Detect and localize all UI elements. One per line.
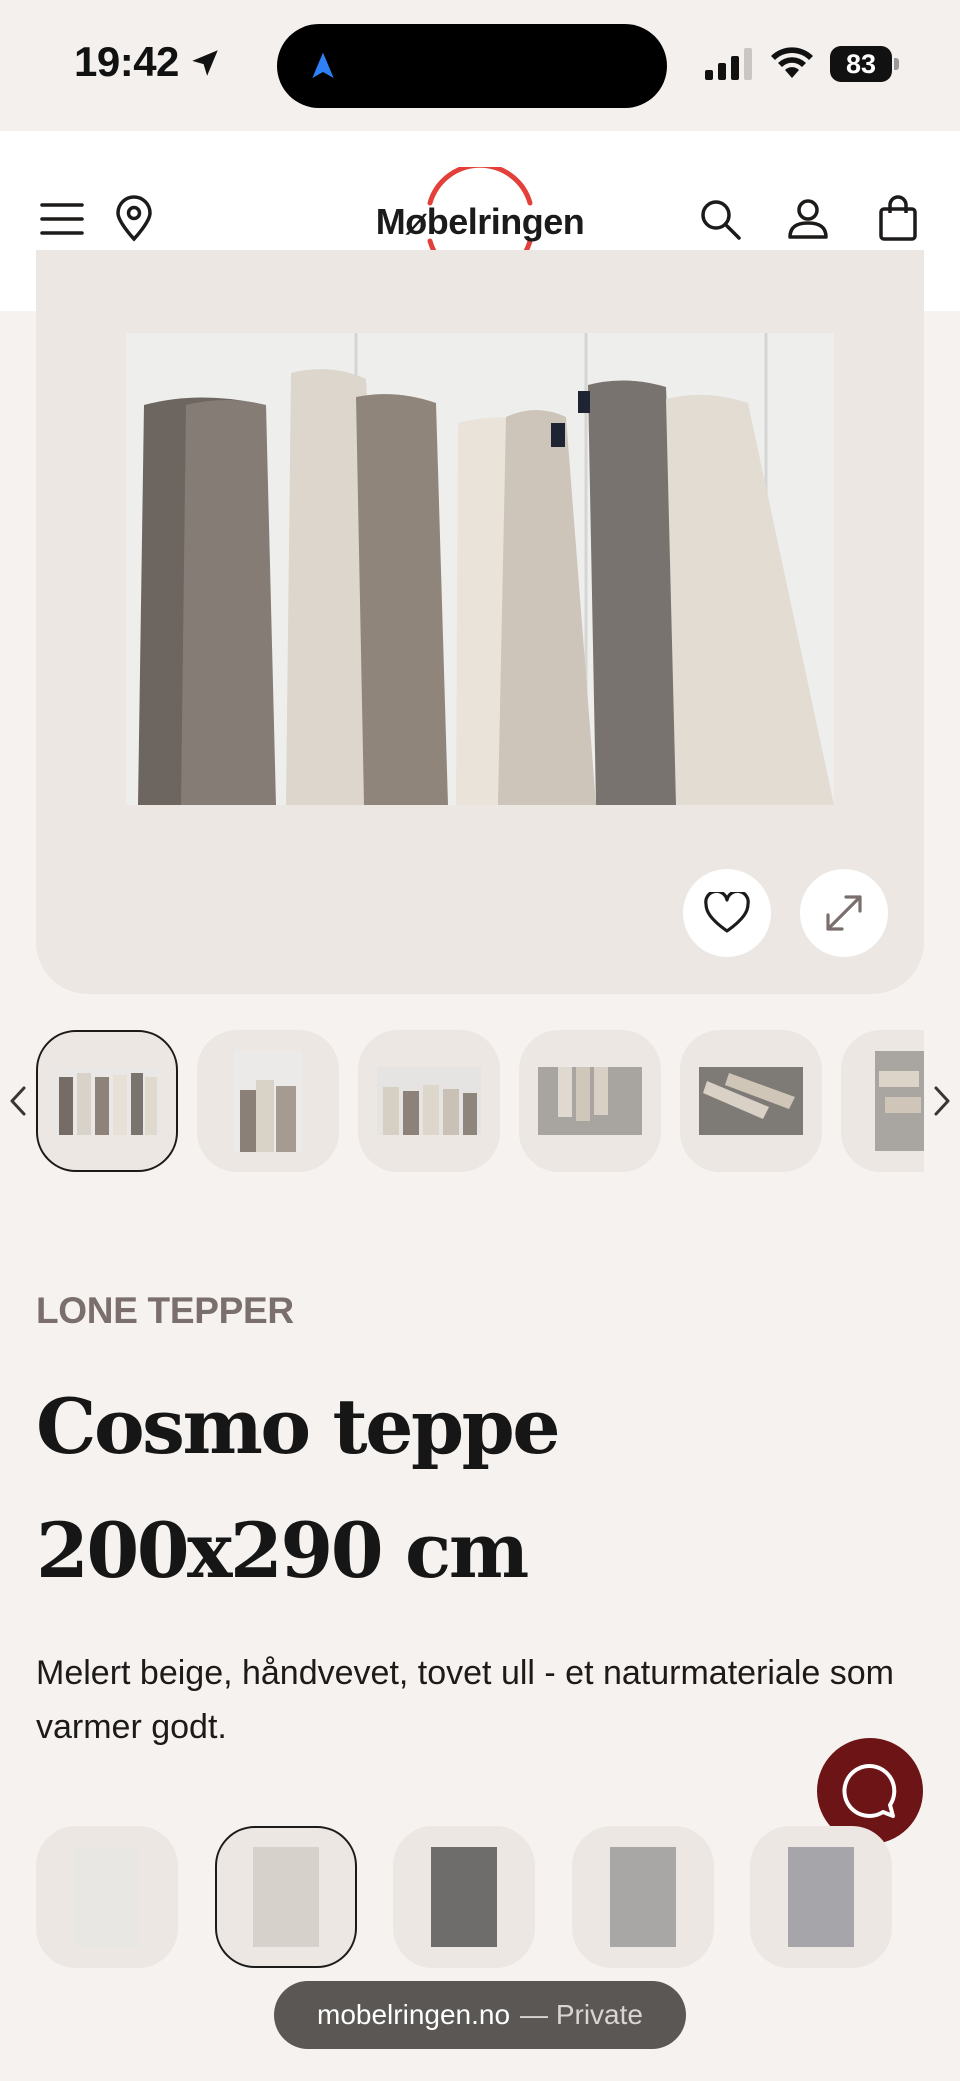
location-arrow-icon [192, 50, 218, 76]
variant-swatch [610, 1847, 676, 1947]
url-domain: mobelringen.no [317, 1999, 511, 2030]
color-variants [0, 1824, 960, 1970]
product-title: Cosmo teppe 200x290 cm [36, 1382, 561, 1595]
thumbnail-strip [0, 1028, 960, 1174]
chevron-left-icon[interactable] [4, 1078, 32, 1124]
status-bar: 19:42 83 [0, 0, 960, 131]
thumbnail-1[interactable] [36, 1030, 178, 1172]
product-description: Melert beige, håndvevet, tovet ull - et … [36, 1654, 894, 1746]
thumbnail-image [377, 1067, 481, 1135]
expand-button[interactable] [800, 869, 888, 957]
chevron-right-icon[interactable] [928, 1078, 956, 1124]
navigation-icon [312, 52, 334, 78]
thumbnail-image [234, 1050, 302, 1152]
thumbnail-3[interactable] [358, 1030, 500, 1172]
account-icon[interactable] [784, 195, 832, 243]
thumbnail-6[interactable] [841, 1030, 924, 1172]
thumbnail-5[interactable] [680, 1030, 822, 1172]
battery-icon: 83 [830, 46, 899, 82]
rugs-image [126, 333, 834, 805]
thumbnail-2[interactable] [197, 1030, 339, 1172]
variant-swatch [788, 1847, 854, 1947]
variant-3[interactable] [393, 1826, 535, 1968]
menu-icon[interactable] [38, 195, 86, 243]
battery-level: 83 [845, 49, 877, 79]
variant-1[interactable] [36, 1826, 178, 1968]
variant-swatch [74, 1847, 140, 1947]
signal-icon [705, 48, 752, 80]
thumbnail-4[interactable] [519, 1030, 661, 1172]
expand-icon [826, 895, 862, 931]
variant-2[interactable] [215, 1826, 357, 1968]
browser-url-pill[interactable]: mobelringen.no — Private [274, 1981, 686, 2049]
variant-4[interactable] [572, 1826, 714, 1968]
logo-text: Møbelringen [375, 201, 585, 242]
product-brand[interactable]: LONE TEPPER [36, 1290, 294, 1332]
location-pin-icon[interactable] [110, 195, 158, 243]
status-time: 19:42 [74, 38, 179, 85]
product-photo[interactable] [126, 333, 834, 805]
variant-5[interactable] [750, 1826, 892, 1968]
thumbnail-image [538, 1067, 642, 1135]
private-mode-label: — Private [520, 1999, 643, 2030]
wifi-icon [771, 47, 813, 78]
favorite-icon [704, 892, 750, 933]
dynamic-island [277, 24, 667, 108]
thumbnail-image [55, 1067, 159, 1135]
variant-swatch [431, 1847, 497, 1947]
thumbnail-image [699, 1067, 803, 1135]
bag-icon[interactable] [874, 195, 922, 243]
search-icon[interactable] [696, 195, 744, 243]
thumbnail-image [875, 1051, 924, 1151]
favorite-button[interactable] [683, 869, 771, 957]
chat-icon [842, 1763, 897, 1818]
variant-swatch [253, 1847, 319, 1947]
